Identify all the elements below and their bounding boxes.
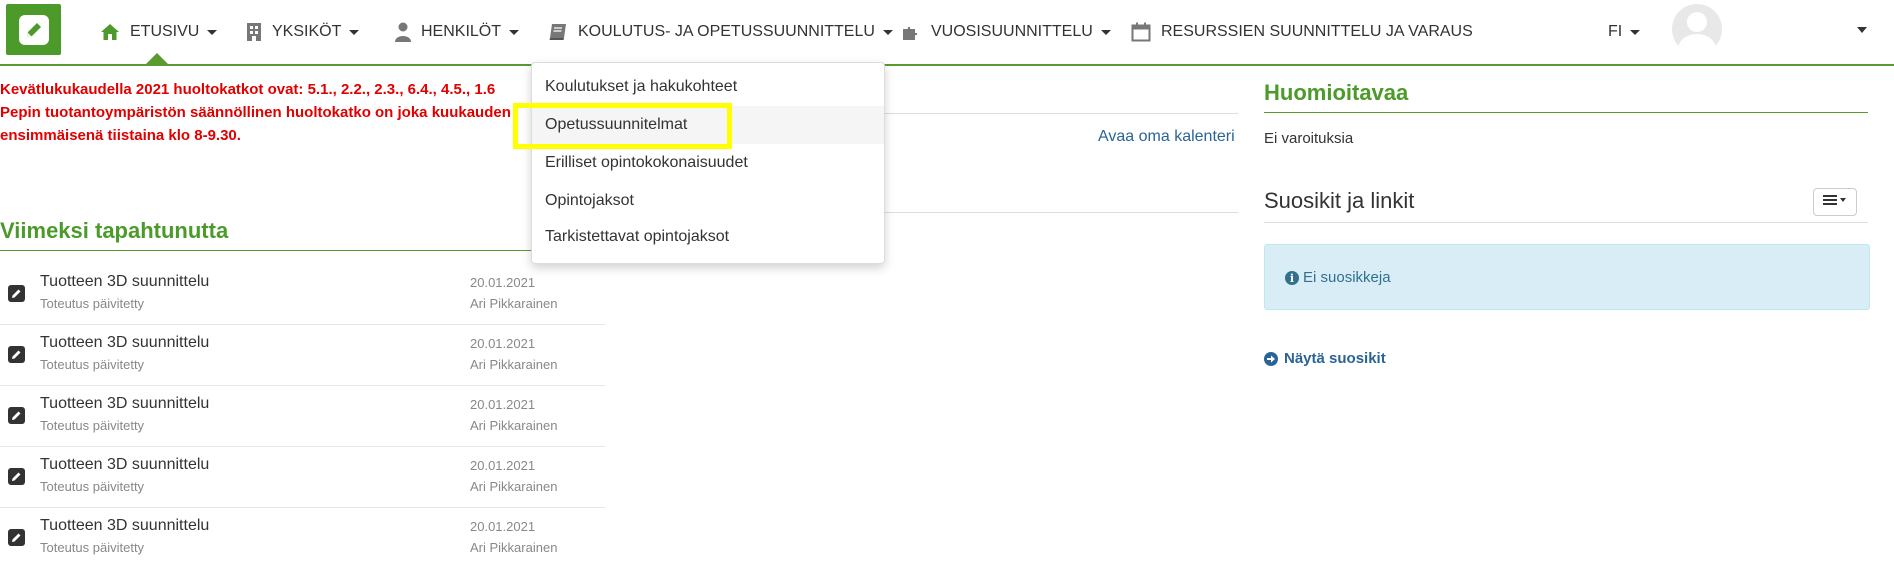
nav-resurssit-label: RESURSSIEN SUUNNITTELU JA VARAUS — [1161, 23, 1473, 40]
item-author: Ari Pikkarainen — [470, 357, 558, 372]
item-date: 20.01.2021 — [470, 458, 536, 473]
user-menu-caret-icon[interactable] — [1857, 27, 1867, 33]
table-row[interactable]: Tuotteen 3D suunnittelu Toteutus päivite… — [0, 385, 605, 447]
nav-resurssit[interactable]: RESURSSIEN SUUNNITTELU JA VARAUS — [1131, 0, 1473, 64]
show-favorites-link[interactable]: Näytä suosikit — [1264, 350, 1386, 367]
no-favorites-text: Ei suosikkeja — [1303, 269, 1391, 286]
edit-icon — [8, 529, 25, 546]
chevron-down-icon — [207, 29, 218, 35]
item-author: Ari Pikkarainen — [470, 540, 558, 555]
recent-title: Viimeksi tapahtunutta — [0, 218, 229, 243]
language-selector[interactable]: FI — [1608, 0, 1641, 64]
building-icon — [246, 22, 262, 42]
item-subtitle: Toteutus päivitetty — [40, 418, 145, 433]
favorites-info-box: i Ei suosikkeja — [1264, 244, 1870, 310]
puzzle-icon — [901, 22, 921, 42]
yellow-highlight-annotation — [513, 103, 732, 149]
menu-item-opintojaksot[interactable]: Opintojaksot — [545, 192, 634, 210]
item-title[interactable]: Tuotteen 3D suunnittelu — [40, 517, 209, 535]
table-row[interactable]: Tuotteen 3D suunnittelu Toteutus päivite… — [0, 507, 605, 568]
item-date: 20.01.2021 — [470, 275, 536, 290]
favorites-title: Suosikit ja linkit — [1264, 188, 1415, 213]
language-label: FI — [1608, 23, 1623, 40]
arrow-right-circle-icon — [1264, 351, 1278, 366]
nav-koulutus-label: KOULUTUS- JA OPETUSSUUNNITTELU — [578, 23, 875, 40]
item-subtitle: Toteutus päivitetty — [40, 479, 145, 494]
maintenance-notice: Kevätlukukaudella 2021 huoltokatkot ovat… — [0, 78, 540, 147]
notes-divider — [1264, 112, 1868, 113]
item-date: 20.01.2021 — [470, 397, 536, 412]
avatar-body — [1678, 34, 1716, 54]
list-icon — [1823, 193, 1847, 211]
edit-icon — [8, 285, 25, 302]
nav-vuosisuunnittelu[interactable]: VUOSISUUNNITTELU — [901, 0, 1111, 64]
active-tab-indicator — [146, 53, 168, 64]
home-icon — [100, 23, 120, 41]
nav-henkilot[interactable]: HENKILÖT — [395, 0, 520, 64]
table-row[interactable]: Tuotteen 3D suunnittelu Toteutus päivite… — [0, 324, 605, 386]
item-subtitle: Toteutus päivitetty — [40, 296, 145, 311]
notes-text: Ei varoituksia — [1264, 130, 1354, 147]
table-row[interactable]: Tuotteen 3D suunnittelu Toteutus päivite… — [0, 446, 605, 508]
item-date: 20.01.2021 — [470, 336, 536, 351]
notice-line: ensimmäisenä tiistaina klo 8-9.30. — [0, 127, 241, 144]
item-date: 20.01.2021 — [470, 519, 536, 534]
chevron-down-icon — [349, 29, 360, 35]
app-logo[interactable] — [6, 4, 61, 55]
item-title[interactable]: Tuotteen 3D suunnittelu — [40, 273, 209, 291]
pencil-icon — [18, 14, 49, 45]
avatar[interactable] — [1672, 4, 1722, 54]
person-icon — [395, 22, 411, 42]
menu-item-erilliset[interactable]: Erilliset opintokokonaisuudet — [545, 154, 748, 172]
calendar-icon — [1131, 22, 1151, 42]
edit-icon — [8, 407, 25, 424]
item-title[interactable]: Tuotteen 3D suunnittelu — [40, 395, 209, 413]
item-author: Ari Pikkarainen — [470, 296, 558, 311]
nav-yksikot-label: YKSIKÖT — [272, 23, 342, 40]
chevron-down-icon — [1100, 29, 1111, 35]
notes-title: Huomioitavaa — [1264, 80, 1409, 105]
chevron-down-icon — [509, 29, 520, 35]
nav-koulutus[interactable]: KOULUTUS- JA OPETUSSUUNNITTELU — [548, 0, 893, 64]
item-author: Ari Pikkarainen — [470, 479, 558, 494]
favorites-menu-button[interactable] — [1813, 188, 1857, 216]
open-calendar-link[interactable]: Avaa oma kalenteri — [1098, 128, 1235, 146]
notice-line: Pepin tuotantoympäristön säännöllinen hu… — [0, 104, 511, 121]
edit-icon — [8, 468, 25, 485]
top-navbar: ETUSIVU YKSIKÖT HENKILÖT KOULUTUS- JA OP… — [0, 0, 1894, 66]
menu-item-koulutukset[interactable]: Koulutukset ja hakukohteet — [545, 78, 737, 96]
edit-icon — [8, 346, 25, 363]
nav-etusivu-label: ETUSIVU — [130, 23, 200, 40]
info-icon: i — [1285, 271, 1299, 285]
koulutus-dropdown-menu: Koulutukset ja hakukohteet Opetussuunnit… — [531, 62, 885, 264]
nav-henkilot-label: HENKILÖT — [421, 23, 502, 40]
item-author: Ari Pikkarainen — [470, 418, 558, 433]
nav-yksikot[interactable]: YKSIKÖT — [246, 0, 360, 64]
item-subtitle: Toteutus päivitetty — [40, 540, 145, 555]
menu-item-tarkistettavat[interactable]: Tarkistettavat opintojaksot — [545, 228, 729, 246]
show-favorites-label: Näytä suosikit — [1284, 350, 1386, 367]
notice-line: Kevätlukukaudella 2021 huoltokatkot ovat… — [0, 81, 496, 98]
item-subtitle: Toteutus päivitetty — [40, 357, 145, 372]
nav-vuosisuunnittelu-label: VUOSISUUNNITTELU — [931, 23, 1093, 40]
item-title[interactable]: Tuotteen 3D suunnittelu — [40, 334, 209, 352]
favorites-divider — [1264, 222, 1868, 223]
chevron-down-icon — [1630, 29, 1641, 35]
table-row[interactable]: Tuotteen 3D suunnittelu Toteutus päivite… — [0, 263, 605, 325]
book-icon — [548, 23, 568, 41]
avatar-head — [1687, 12, 1707, 32]
recent-divider — [0, 250, 605, 251]
item-title[interactable]: Tuotteen 3D suunnittelu — [40, 456, 209, 474]
chevron-down-icon — [882, 29, 893, 35]
